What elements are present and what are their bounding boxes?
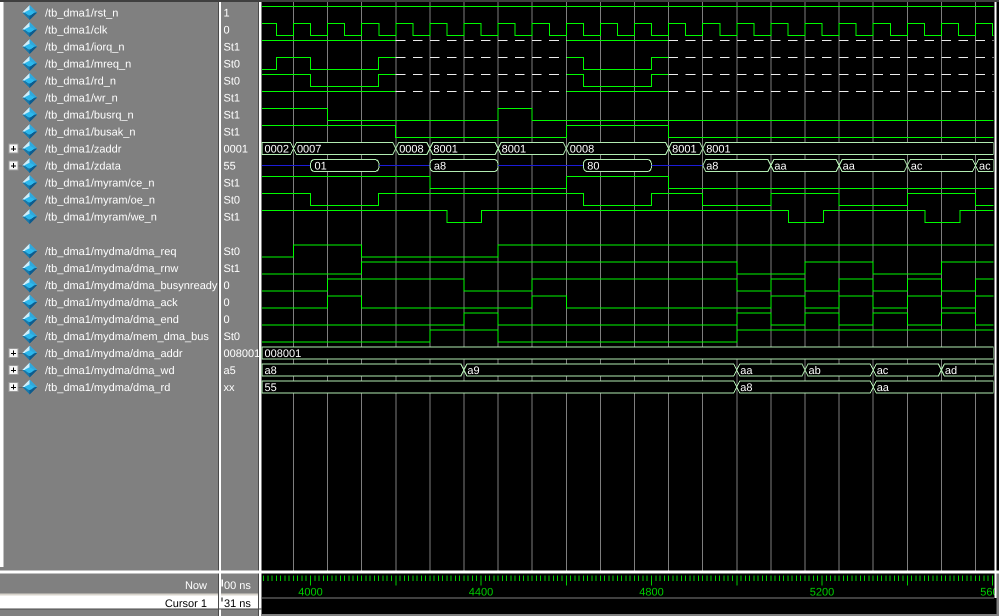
svg-text:/tb_dma1/mydma/dma_rnw: /tb_dma1/mydma/dma_rnw — [45, 263, 178, 275]
svg-text:/tb_dma1/mydma/dma_rd: /tb_dma1/mydma/dma_rd — [45, 382, 170, 394]
svg-text:a8: a8 — [706, 160, 718, 172]
svg-text:8001: 8001 — [672, 143, 696, 155]
svg-text:/tb_dma1/zaddr: /tb_dma1/zaddr — [45, 144, 122, 156]
svg-text:St0: St0 — [224, 76, 241, 88]
svg-text:0007: 0007 — [297, 143, 321, 155]
svg-text:31 ns: 31 ns — [224, 598, 251, 610]
svg-text:0: 0 — [224, 280, 230, 292]
svg-text:aa: aa — [877, 382, 890, 394]
svg-text:a9: a9 — [467, 365, 479, 377]
svg-text:aa: aa — [774, 160, 787, 172]
svg-text:Now: Now — [185, 580, 207, 592]
svg-text:/tb_dma1/wr_n: /tb_dma1/wr_n — [45, 93, 118, 105]
svg-text:0001: 0001 — [224, 144, 248, 156]
svg-text:/tb_dma1/clk: /tb_dma1/clk — [45, 25, 108, 37]
svg-text:00 ns: 00 ns — [224, 580, 251, 592]
svg-text:0008: 0008 — [399, 143, 423, 155]
svg-text:St1: St1 — [224, 263, 241, 275]
svg-text:a8: a8 — [740, 382, 752, 394]
svg-text:/tb_dma1/mreq_n: /tb_dma1/mreq_n — [45, 59, 131, 71]
svg-text:/tb_dma1/busak_n: /tb_dma1/busak_n — [45, 127, 136, 139]
svg-text:4800: 4800 — [639, 587, 663, 599]
svg-text:55: 55 — [265, 382, 277, 394]
svg-text:/tb_dma1/rd_n: /tb_dma1/rd_n — [45, 76, 116, 88]
svg-text:/tb_dma1/mydma/dma_end: /tb_dma1/mydma/dma_end — [45, 314, 179, 326]
svg-text:0008: 0008 — [570, 143, 594, 155]
svg-text:80: 80 — [587, 160, 599, 172]
svg-text:8001: 8001 — [433, 143, 457, 155]
svg-text:4000: 4000 — [298, 587, 322, 599]
svg-text:ac: ac — [877, 365, 889, 377]
svg-text:8001: 8001 — [706, 143, 730, 155]
svg-text:0: 0 — [224, 25, 230, 37]
svg-text:008001: 008001 — [224, 348, 261, 360]
svg-text:/tb_dma1/busrq_n: /tb_dma1/busrq_n — [45, 110, 134, 122]
svg-text:0: 0 — [224, 314, 230, 326]
svg-text:/tb_dma1/mydma/dma_wd: /tb_dma1/mydma/dma_wd — [45, 365, 175, 377]
svg-text:/tb_dma1/iorq_n: /tb_dma1/iorq_n — [45, 42, 125, 54]
svg-text:01: 01 — [315, 160, 327, 172]
svg-text:St0: St0 — [224, 246, 241, 258]
svg-text:Cursor 1: Cursor 1 — [165, 598, 207, 610]
svg-text:4400: 4400 — [469, 587, 493, 599]
svg-text:0002: 0002 — [265, 143, 289, 155]
svg-text:/tb_dma1/zdata: /tb_dma1/zdata — [45, 161, 122, 173]
svg-text:/tb_dma1/mydma/dma_ack: /tb_dma1/mydma/dma_ack — [45, 297, 178, 309]
svg-text:/tb_dma1/mydma/dma_busynready: /tb_dma1/mydma/dma_busynready — [45, 280, 218, 292]
svg-text:008001: 008001 — [265, 348, 302, 360]
svg-text:55: 55 — [224, 161, 236, 173]
svg-text:ac: ac — [979, 160, 991, 172]
svg-text:a5: a5 — [224, 365, 236, 377]
svg-text:1: 1 — [224, 8, 230, 20]
svg-text:xx: xx — [224, 382, 236, 394]
svg-text:/tb_dma1/rst_n: /tb_dma1/rst_n — [45, 8, 118, 20]
svg-text:St0: St0 — [224, 59, 241, 71]
svg-text:aa: aa — [740, 365, 753, 377]
svg-text:St0: St0 — [224, 195, 241, 207]
svg-text:/tb_dma1/myram/ce_n: /tb_dma1/myram/ce_n — [45, 178, 154, 190]
svg-text:St1: St1 — [224, 93, 241, 105]
svg-text:/tb_dma1/mydma/mem_dma_bus: /tb_dma1/mydma/mem_dma_bus — [45, 331, 209, 343]
svg-text:8001: 8001 — [502, 143, 526, 155]
svg-text:/tb_dma1/myram/oe_n: /tb_dma1/myram/oe_n — [45, 195, 155, 207]
svg-text:ab: ab — [809, 365, 821, 377]
svg-text:St1: St1 — [224, 178, 241, 190]
svg-text:5200: 5200 — [810, 587, 834, 599]
svg-text:ac: ac — [911, 160, 923, 172]
svg-text:St1: St1 — [224, 110, 241, 122]
svg-text:St1: St1 — [224, 212, 241, 224]
svg-text:/tb_dma1/mydma/dma_req: /tb_dma1/mydma/dma_req — [45, 246, 176, 258]
svg-text:St1: St1 — [224, 42, 241, 54]
svg-text:a8: a8 — [265, 365, 277, 377]
svg-text:aa: aa — [843, 160, 856, 172]
svg-text:ad: ad — [945, 365, 957, 377]
svg-text:/tb_dma1/myram/we_n: /tb_dma1/myram/we_n — [45, 212, 157, 224]
svg-text:St0: St0 — [224, 331, 241, 343]
svg-text:a8: a8 — [434, 160, 446, 172]
svg-text:0: 0 — [224, 297, 230, 309]
svg-text:St1: St1 — [224, 127, 241, 139]
svg-text:/tb_dma1/mydma/dma_addr: /tb_dma1/mydma/dma_addr — [45, 348, 183, 360]
